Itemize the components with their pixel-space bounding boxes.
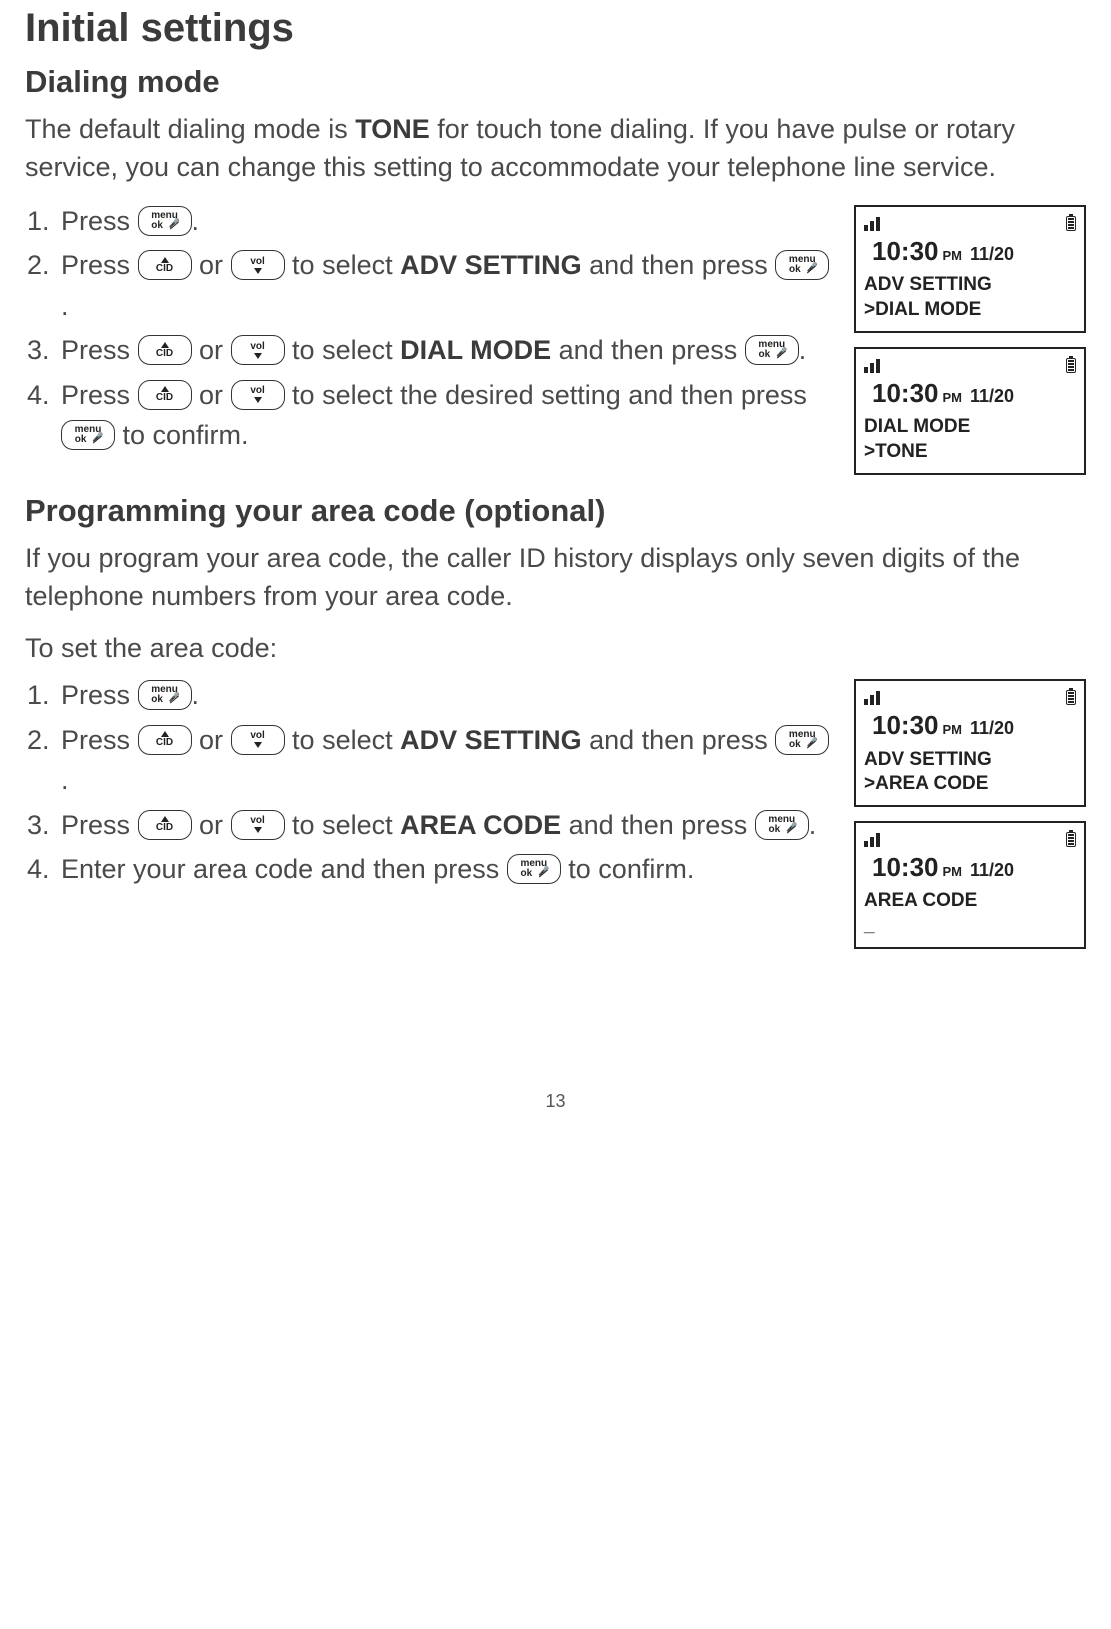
menu-ok-key-icon: menuok <box>755 810 809 840</box>
signal-icon <box>864 217 880 231</box>
signal-icon <box>864 691 880 705</box>
menu-ok-key-icon: menuok <box>138 680 192 710</box>
vol-down-key-icon: vol <box>231 725 285 755</box>
page-number: 13 <box>25 1089 1086 1114</box>
battery-icon <box>1066 690 1076 705</box>
area-code-screens: 10:30PM11/20 ADV SETTING >AREA CODE 10:3… <box>854 679 1086 949</box>
signal-icon <box>864 833 880 847</box>
step-4: 4. Enter your area code and then press m… <box>25 849 836 890</box>
step-1: 1. Press menuok . <box>25 201 836 242</box>
screen-adv-setting-area-code: 10:30PM11/20 ADV SETTING >AREA CODE <box>854 679 1086 807</box>
vol-down-key-icon: vol <box>231 380 285 410</box>
area-code-lead: To set the area code: <box>25 630 1086 668</box>
cid-up-key-icon: CID <box>138 380 192 410</box>
menu-ok-key-icon: menuok <box>745 335 799 365</box>
section-heading: Initial settings <box>25 0 1086 56</box>
step-3: 3. Press CID or vol to select AREA CODE … <box>25 805 836 846</box>
area-code-steps: 1. Press menuok . 2. Press CID or vol to… <box>25 675 836 949</box>
dialing-mode-intro: The default dialing mode is TONE for tou… <box>25 111 1086 187</box>
dialing-mode-screens: 10:30PM11/20 ADV SETTING >DIAL MODE 10:3… <box>854 205 1086 475</box>
signal-icon <box>864 359 880 373</box>
step-4: 4. Press CID or vol to select the desire… <box>25 375 836 456</box>
cid-up-key-icon: CID <box>138 725 192 755</box>
battery-icon <box>1066 358 1076 373</box>
step-3: 3. Press CID or vol to select DIAL MODE … <box>25 330 836 371</box>
menu-ok-key-icon: menuok <box>775 250 829 280</box>
battery-icon <box>1066 216 1076 231</box>
cid-up-key-icon: CID <box>138 810 192 840</box>
dialing-mode-steps: 1. Press menuok . 2. Press CID or vol to… <box>25 201 836 475</box>
menu-ok-key-icon: menuok <box>138 206 192 236</box>
cid-up-key-icon: CID <box>138 335 192 365</box>
screen-adv-setting-dial-mode: 10:30PM11/20 ADV SETTING >DIAL MODE <box>854 205 1086 333</box>
area-code-content: 1. Press menuok . 2. Press CID or vol to… <box>25 675 1086 949</box>
area-code-title: Programming your area code (optional) <box>25 489 1086 532</box>
step-2: 2. Press CID or vol to select ADV SETTIN… <box>25 245 836 326</box>
step-1: 1. Press menuok . <box>25 675 836 716</box>
vol-down-key-icon: vol <box>231 810 285 840</box>
menu-ok-key-icon: menuok <box>507 854 561 884</box>
menu-ok-key-icon: menuok <box>775 725 829 755</box>
screen-area-code-entry: 10:30PM11/20 AREA CODE _ <box>854 821 1086 949</box>
vol-down-key-icon: vol <box>231 250 285 280</box>
cid-up-key-icon: CID <box>138 250 192 280</box>
dialing-mode-title: Dialing mode <box>25 60 1086 103</box>
dialing-mode-content: 1. Press menuok . 2. Press CID or vol to… <box>25 201 1086 475</box>
vol-down-key-icon: vol <box>231 335 285 365</box>
step-2: 2. Press CID or vol to select ADV SETTIN… <box>25 720 836 801</box>
menu-ok-key-icon: menuok <box>61 420 115 450</box>
area-code-intro: If you program your area code, the calle… <box>25 540 1086 616</box>
screen-dial-mode-tone: 10:30PM11/20 DIAL MODE >TONE <box>854 347 1086 475</box>
battery-icon <box>1066 832 1076 847</box>
